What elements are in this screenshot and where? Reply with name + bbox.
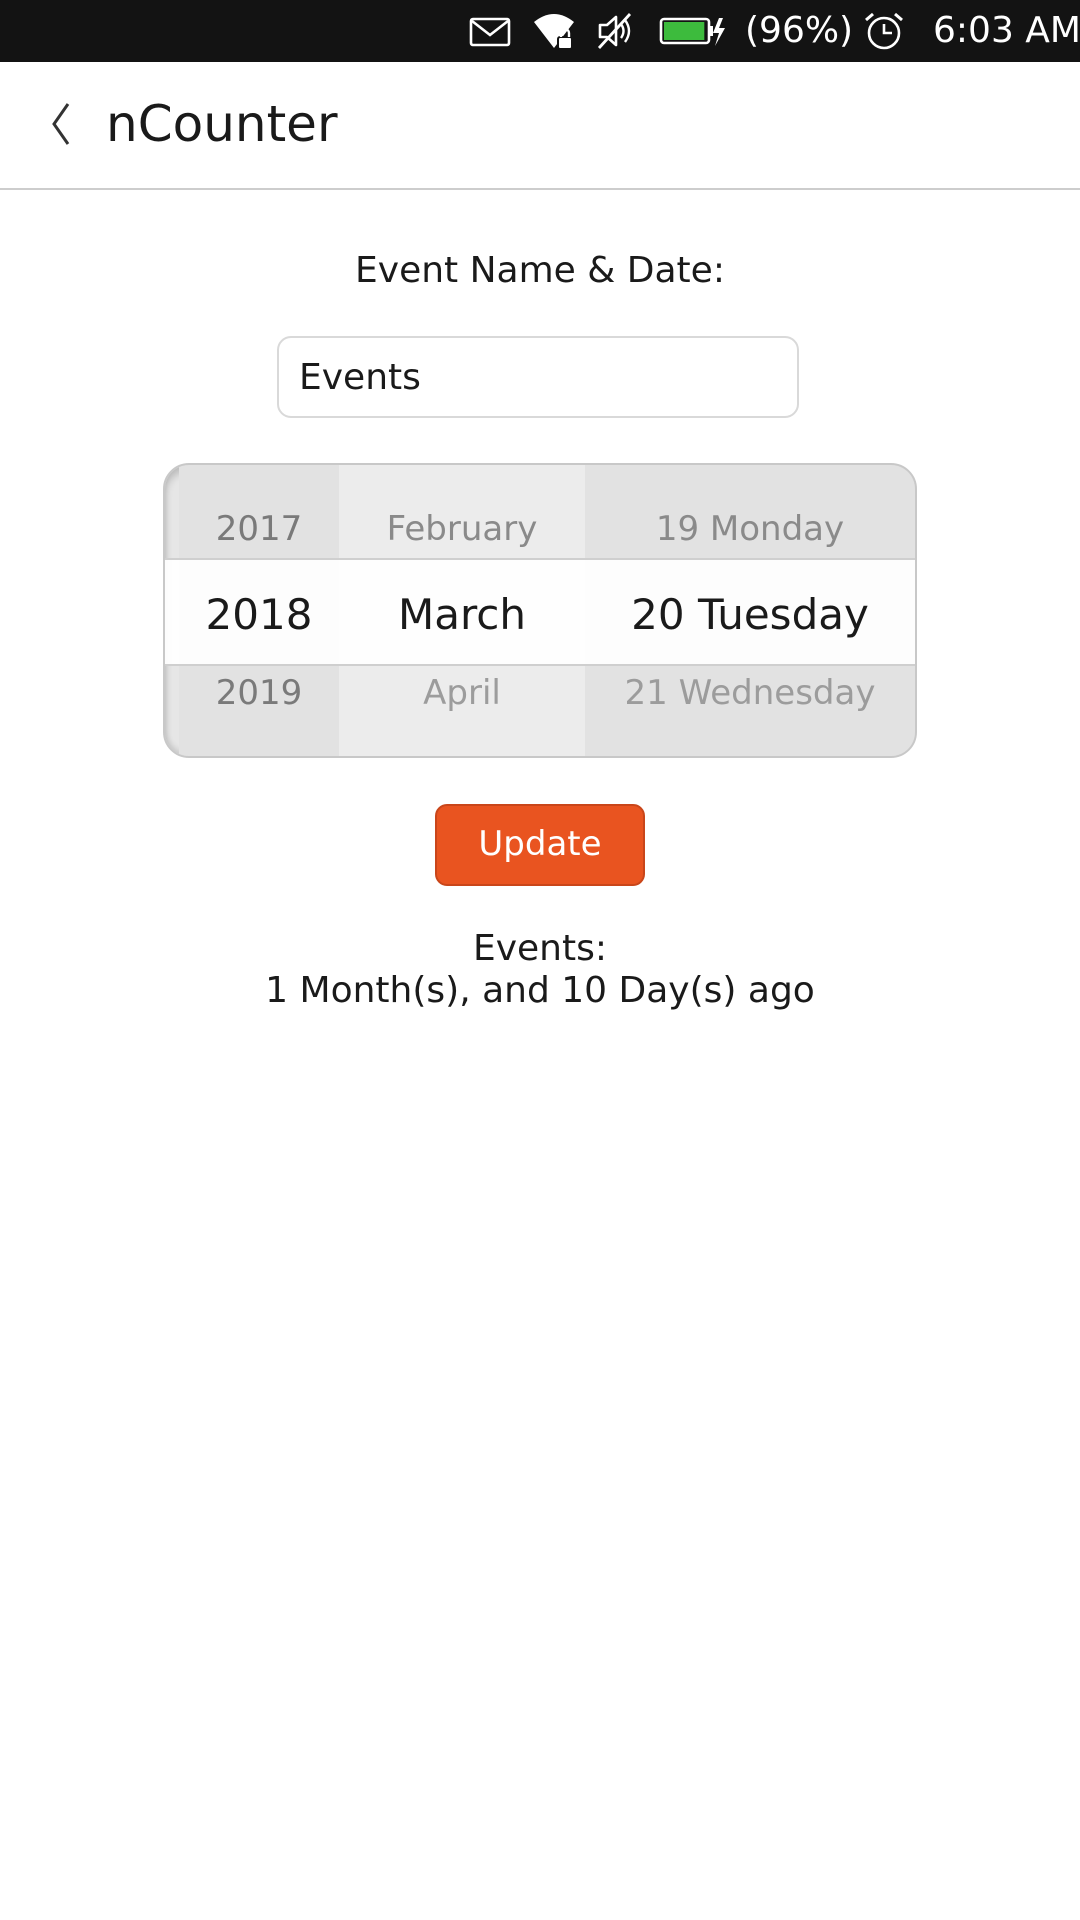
back-button[interactable] bbox=[40, 94, 86, 154]
year-option-next[interactable]: 2019 bbox=[179, 671, 339, 715]
result-panel: Events: 1 Month(s), and 10 Day(s) ago bbox=[0, 928, 1080, 1012]
day-option-selected[interactable]: 20 Tuesday bbox=[585, 588, 915, 642]
update-button[interactable]: Update bbox=[435, 804, 645, 886]
chevron-left-icon bbox=[52, 103, 70, 145]
wifi-locked-icon bbox=[534, 14, 574, 50]
clock-time: 6:03 AM bbox=[933, 10, 1080, 51]
battery-percentage: (96%) bbox=[745, 10, 854, 51]
volume-muted-icon bbox=[597, 13, 632, 49]
page-title: nCounter bbox=[106, 95, 338, 153]
year-picker-column[interactable]: 2017 2018 2019 bbox=[179, 465, 339, 756]
day-picker-column[interactable]: 19 Monday 20 Tuesday 21 Wednesday bbox=[585, 465, 915, 756]
result-title: Events: bbox=[472, 928, 607, 969]
day-option-next[interactable]: 21 Wednesday bbox=[585, 671, 915, 715]
year-option-selected[interactable]: 2018 bbox=[179, 588, 339, 642]
app-header: nCounter bbox=[0, 62, 1080, 190]
event-name-date-label: Event Name & Date: bbox=[355, 250, 725, 291]
result-text: 1 Month(s), and 10 Day(s) ago bbox=[265, 970, 815, 1011]
day-option-prev[interactable]: 19 Monday bbox=[585, 507, 915, 551]
year-option-prev[interactable]: 2017 bbox=[179, 507, 339, 551]
month-picker-column[interactable]: February March April bbox=[339, 465, 585, 756]
alarm-clock-icon bbox=[865, 12, 903, 50]
battery-charging-icon bbox=[659, 17, 725, 46]
event-name-field[interactable] bbox=[277, 336, 799, 418]
month-option-prev[interactable]: February bbox=[339, 507, 585, 551]
month-option-next[interactable]: April bbox=[339, 671, 585, 715]
date-picker[interactable]: 2017 2018 2019 February March April 19 M… bbox=[163, 463, 917, 758]
status-bar: (96%) 6:03 AM bbox=[0, 0, 1080, 62]
month-option-selected[interactable]: March bbox=[339, 588, 585, 642]
mail-icon bbox=[469, 17, 511, 47]
